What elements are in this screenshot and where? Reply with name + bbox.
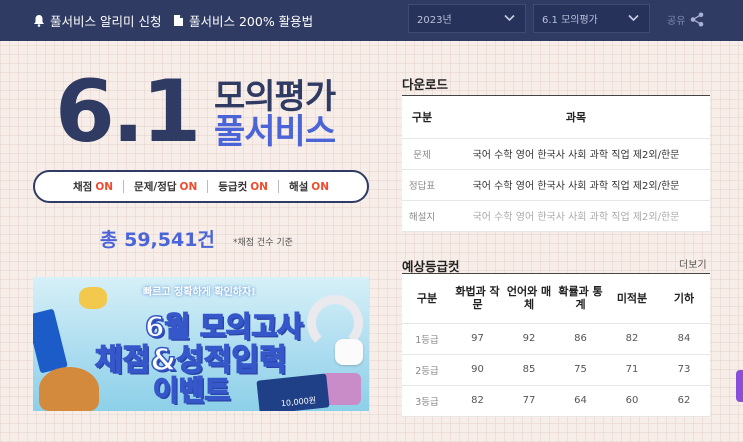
table-cell: 85 [503, 354, 555, 386]
character-illustration [79, 287, 107, 309]
column-header: 확률과 통계 [555, 274, 606, 324]
column-header: 기하 [658, 274, 710, 324]
exam-select-value: 6.1 모의평가 [542, 15, 598, 26]
column-header: 화법과 작문 [452, 274, 503, 324]
table-cell: 97 [452, 323, 503, 355]
subject-links[interactable]: 국어 수학 영어 한국사 사회 과학 직업 제2외/한문 [442, 138, 710, 170]
status-grading-label: 채점 [73, 181, 93, 193]
divider [207, 180, 209, 193]
subject-links[interactable]: 국어 수학 영어 한국사 사회 과학 직업 제2외/한문 [442, 200, 710, 232]
row-label: 문제 [402, 138, 442, 170]
column-header: 구분 [402, 96, 442, 139]
alarm-signup-label: 풀서비스 알리미 신청 [50, 13, 162, 29]
table-row: 문제 국어 수학 영어 한국사 사회 과학 직업 제2외/한문 [402, 138, 710, 170]
page-title-line2: 풀서비스 [214, 112, 336, 152]
gift-card-amount: 10,000원 [280, 395, 317, 409]
status-questions-state: ON [179, 181, 198, 193]
table-cell: 86 [555, 323, 606, 355]
chevron-down-icon [504, 14, 515, 22]
exam-number: 6.1 [55, 62, 201, 162]
total-count-note: *채점 건수 기준 [233, 238, 293, 248]
status-explanation-state: ON [311, 181, 329, 193]
table-cell: 73 [658, 354, 710, 386]
row-label: 3등급 [402, 385, 452, 417]
table-header-row: 구분 과목 [402, 96, 710, 139]
table-cell: 62 [658, 385, 710, 417]
table-cell: 90 [452, 354, 503, 386]
subject-links[interactable]: 국어 수학 영어 한국사 사회 과학 직업 제2외/한문 [442, 169, 710, 201]
alarm-signup-link[interactable]: 풀서비스 알리미 신청 [33, 10, 161, 30]
year-select[interactable]: 2023년 [408, 4, 526, 33]
status-grading: 채점 ON [73, 179, 113, 194]
row-label: 2등급 [402, 354, 452, 386]
page-title-line1: 모의평가 [214, 77, 336, 117]
table-row: 정답표 국어 수학 영어 한국사 사회 과학 직업 제2외/한문 [402, 169, 710, 201]
table-cell: 92 [503, 323, 555, 355]
top-bar: 풀서비스 알리미 신청 풀서비스 200% 활용법 2023년 6.1 모의평가… [0, 0, 743, 41]
status-questions-label: 문제/정답 [134, 181, 177, 193]
service-status-bar: 채점 ON 문제/정답 ON 등급컷 ON 해설 ON [33, 170, 369, 203]
divider [277, 180, 279, 193]
total-count: 총 59,541건 [100, 229, 215, 251]
row-label: 해설지 [402, 200, 442, 232]
grade-cut-table: 구분 화법과 작문 언어와 매체 확률과 통계 미적분 기하 1등급 97 92… [402, 274, 710, 417]
snack-box-illustration [33, 308, 68, 374]
event-banner[interactable]: 10,000원 빠르고 정확하게 확인하자! 6월 모의고사 채점&성적입력 이… [33, 277, 369, 411]
status-explanation: 해설 ON [289, 179, 329, 194]
column-header: 미적분 [606, 274, 658, 324]
table-cell: 84 [658, 323, 710, 355]
banner-headline-line3: 이벤트 [152, 373, 231, 408]
column-header: 언어와 매체 [503, 274, 555, 324]
chicken-illustration [39, 367, 99, 411]
table-cell: 82 [452, 385, 503, 417]
document-icon [174, 14, 183, 26]
status-questions-answers: 문제/정답 ON [134, 179, 197, 194]
status-grade-cut: 등급컷 ON [218, 179, 268, 194]
download-table: 구분 과목 문제 국어 수학 영어 한국사 사회 과학 직업 제2외/한문 정답… [402, 96, 710, 232]
share-icon [691, 12, 704, 26]
status-explanation-label: 해설 [288, 181, 309, 193]
share-button[interactable]: 공유 [667, 10, 704, 28]
table-row: 1등급 97 92 86 82 84 [402, 323, 710, 355]
table-header-row: 구분 화법과 작문 언어와 매체 확률과 통계 미적분 기하 [402, 274, 710, 324]
status-grading-state: ON [95, 181, 114, 193]
more-link[interactable]: 더보기 [679, 256, 707, 271]
table-cell: 77 [503, 385, 555, 417]
divider [123, 180, 125, 193]
table-row: 2등급 90 85 75 71 73 [402, 354, 710, 386]
table-row: 3등급 82 77 64 60 62 [402, 385, 710, 417]
table-cell: 75 [555, 354, 606, 386]
bell-icon [34, 14, 44, 27]
column-header: 구분 [402, 274, 452, 324]
exam-select[interactable]: 6.1 모의평가 [533, 4, 650, 33]
guide-link[interactable]: 풀서비스 200% 활용법 [173, 10, 313, 30]
guide-label: 풀서비스 200% 활용법 [189, 13, 314, 29]
row-label: 1등급 [402, 323, 452, 355]
status-gradecut-label: 등급컷 [218, 181, 248, 193]
status-gradecut-state: ON [250, 181, 268, 193]
share-label: 공유 [667, 15, 686, 27]
chevron-down-icon [628, 14, 639, 22]
floating-side-tab[interactable] [736, 370, 743, 402]
row-label: 정답표 [402, 169, 442, 201]
earbuds-case-illustration [335, 339, 363, 365]
table-cell: 60 [606, 385, 658, 417]
gift-card-illustration: 10,000원 [256, 373, 330, 411]
table-cell: 71 [606, 354, 658, 386]
column-header: 과목 [442, 96, 710, 139]
banner-subtitle: 빠르고 정확하게 확인하자! [143, 287, 256, 298]
year-select-value: 2023년 [417, 15, 452, 26]
table-cell: 64 [555, 385, 606, 417]
table-row: 해설지 국어 수학 영어 한국사 사회 과학 직업 제2외/한문 [402, 200, 710, 232]
table-cell: 82 [606, 323, 658, 355]
download-section-title: 다운로드 [402, 77, 449, 92]
